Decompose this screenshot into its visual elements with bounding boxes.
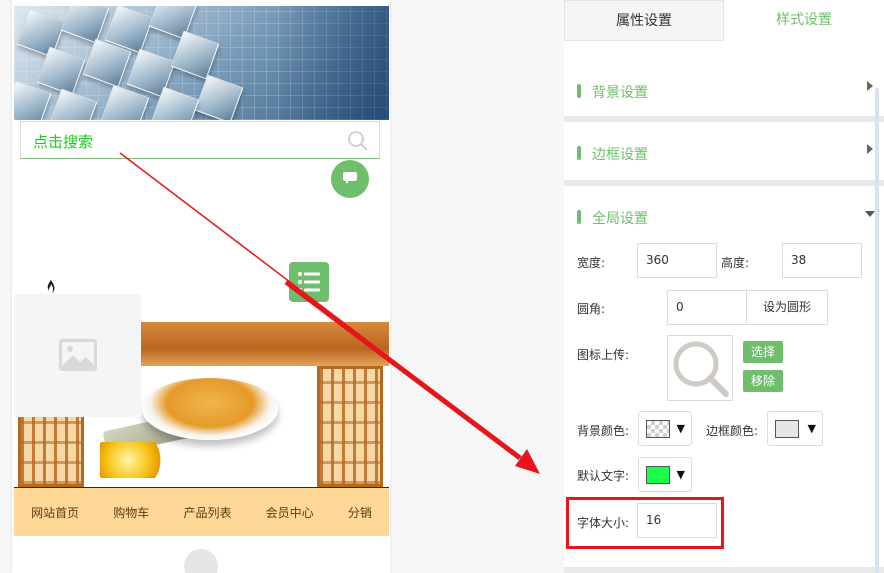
gratin-dish: [142, 378, 278, 440]
default-text-color-picker[interactable]: ▼: [638, 457, 692, 492]
set-round-button[interactable]: 设为圆形: [746, 290, 828, 325]
chat-icon: [343, 172, 357, 184]
phone-preview: 点击搜索 网站首页 购物车 产品列表 会员中心 分销: [12, 0, 390, 573]
nav-item-member[interactable]: 会员中心: [266, 504, 314, 521]
tab-attribute-settings[interactable]: 属性设置: [564, 0, 724, 41]
accent-bar: [577, 84, 581, 98]
default-text-color-swatch: [646, 466, 670, 484]
remove-icon-button[interactable]: 移除: [743, 370, 783, 392]
nav-item-distribution[interactable]: 分销: [348, 504, 372, 521]
border-color-label: 边框颜色:: [706, 424, 759, 438]
banner-image: [14, 6, 389, 120]
icon-preview-box: [667, 335, 733, 401]
annotation-highlight-box: [566, 497, 724, 549]
search-bar[interactable]: 点击搜索: [20, 121, 380, 159]
section-background[interactable]: 背景设置: [564, 60, 873, 116]
spacer: [564, 41, 884, 57]
border-color-picker[interactable]: ▼: [767, 411, 823, 446]
section-border[interactable]: 边框设置: [564, 122, 873, 178]
bottom-nav: 网站首页 购物车 产品列表 会员中心 分销: [14, 487, 389, 536]
caret-down-icon: ▼: [676, 468, 685, 481]
bg-color-swatch-transparent: [646, 420, 670, 438]
banner-cube: [14, 80, 52, 120]
banner-cube: [48, 88, 98, 120]
orange-slices: [100, 442, 170, 478]
border-color-swatch: [775, 420, 799, 438]
chevron-right-icon: [867, 81, 873, 91]
height-label: 高度:: [721, 256, 750, 270]
magnifier-upload-icon: [673, 341, 729, 397]
bg-color-label: 背景颜色:: [577, 424, 630, 438]
settings-panel: 属性设置 样式设置 背景设置 边框设置 全局设置 宽度: 360 高度: 38 …: [564, 0, 884, 573]
banner-cube: [194, 74, 244, 120]
tab-style-settings[interactable]: 样式设置: [724, 0, 884, 41]
height-input[interactable]: 38: [782, 243, 862, 278]
bg-color-picker[interactable]: ▼: [638, 411, 692, 446]
banner-cube: [170, 30, 220, 80]
search-icon: [348, 131, 368, 151]
search-placeholder: 点击搜索: [33, 133, 94, 151]
radius-input[interactable]: 0: [667, 290, 747, 325]
width-label: 宽度:: [577, 256, 606, 270]
nav-item-home[interactable]: 网站首页: [31, 504, 79, 521]
accent-bar: [577, 210, 581, 224]
nav-item-cart[interactable]: 购物车: [113, 504, 149, 521]
avatar-placeholder: [184, 549, 218, 573]
wood-lattice-right: [317, 366, 383, 487]
image-placeholder-icon: [59, 339, 97, 371]
menu-icon: [298, 272, 320, 292]
section-title-background: 背景设置: [592, 85, 648, 101]
banner-cube: [60, 6, 110, 44]
image-placeholder[interactable]: [14, 294, 141, 417]
icon-upload-label: 图标上传:: [577, 348, 630, 362]
caret-down-icon: ▼: [807, 422, 816, 435]
section-title-global: 全局设置: [592, 211, 648, 227]
default-text-label: 默认文字:: [577, 469, 630, 483]
nav-item-products[interactable]: 产品列表: [183, 504, 231, 521]
menu-button[interactable]: [289, 262, 329, 302]
caret-down-icon: ▼: [676, 422, 685, 435]
select-icon-button[interactable]: 选择: [743, 341, 783, 363]
section-global[interactable]: 全局设置: [564, 186, 875, 230]
radius-label: 圆角:: [577, 302, 606, 316]
chat-button[interactable]: [331, 160, 369, 198]
section-title-border: 边框设置: [592, 147, 648, 163]
section-divider: [564, 567, 884, 573]
scrollbar[interactable]: [875, 88, 879, 573]
accent-bar: [577, 146, 581, 160]
tab-bar: 属性设置 样式设置: [564, 0, 884, 41]
flame-icon: [47, 280, 55, 293]
chevron-right-icon: [867, 144, 873, 154]
width-input[interactable]: 360: [637, 243, 717, 278]
